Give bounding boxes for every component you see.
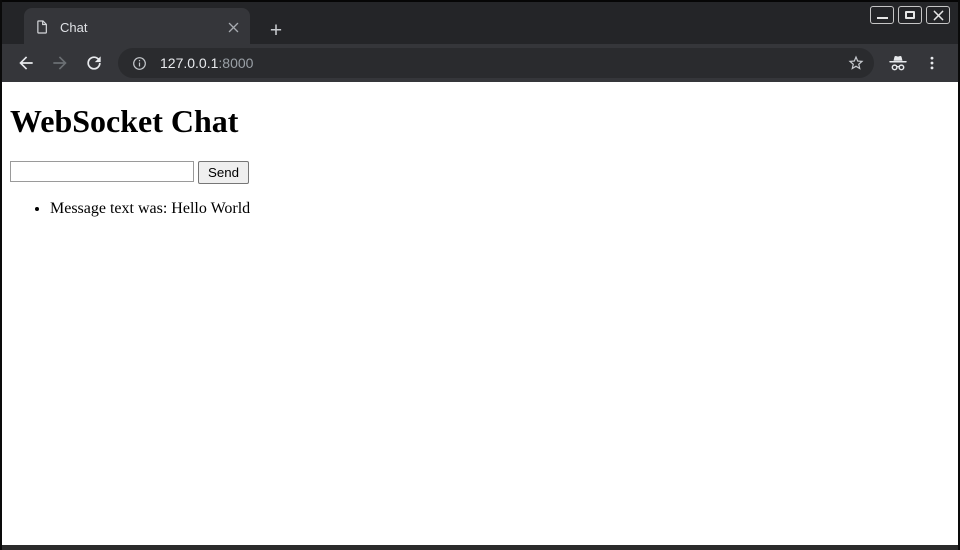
tab-chat[interactable]: Chat [24,8,250,46]
send-button[interactable]: Send [198,161,249,184]
close-button[interactable] [926,6,950,24]
browser-window: Chat + [0,0,960,550]
site-info-icon[interactable] [128,52,150,74]
back-arrow-icon [16,53,36,73]
url-text: 127.0.0.1:8000 [160,55,844,71]
maximize-icon [905,11,915,19]
incognito-icon [887,52,909,74]
new-tab-button[interactable]: + [262,16,290,44]
tab-title: Chat [60,20,224,35]
window-controls [870,6,950,24]
websocket-chat-page: WebSocket Chat Send Message text was: He… [2,103,958,218]
minimize-button[interactable] [870,6,894,24]
reload-button[interactable] [80,49,108,77]
close-icon [933,10,944,21]
document-favicon-icon [34,19,50,35]
browser-menu-button[interactable] [918,49,946,77]
forward-arrow-icon [50,53,70,73]
message-list: Message text was: Hello World [10,200,950,218]
three-dots-menu-icon [923,54,941,72]
url-bar[interactable]: 127.0.0.1:8000 [118,48,874,78]
page-title: WebSocket Chat [10,103,950,140]
message-input[interactable] [10,161,194,182]
tab-close-icon[interactable] [224,18,242,36]
forward-button[interactable] [46,49,74,77]
back-button[interactable] [12,49,40,77]
reload-icon [84,53,104,73]
bookmark-star-icon[interactable] [844,51,868,75]
navigation-toolbar: 127.0.0.1:8000 [2,44,958,82]
chat-form: Send [10,161,950,184]
url-port: :8000 [218,55,253,71]
message-item: Message text was: Hello World [50,200,950,218]
titlebar: Chat + [2,0,958,44]
maximize-button[interactable] [898,6,922,24]
window-bottom-border [2,545,958,550]
page-viewport: WebSocket Chat Send Message text was: He… [2,82,958,545]
minimize-icon [877,17,888,19]
incognito-indicator [884,49,912,77]
url-host: 127.0.0.1 [160,55,218,71]
